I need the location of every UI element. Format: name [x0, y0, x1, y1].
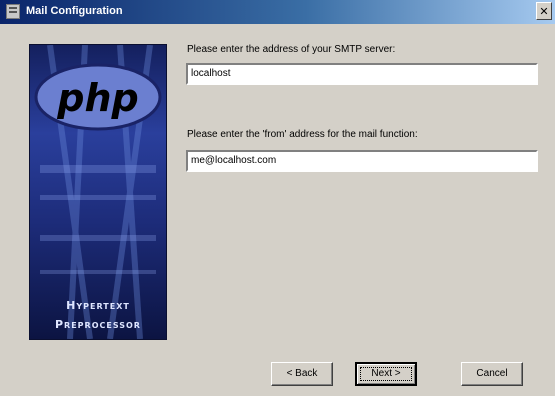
banner-hypertext-text: Hypertext	[66, 299, 130, 312]
close-button[interactable]: ✕	[536, 2, 552, 20]
back-button[interactable]: < Back	[271, 362, 333, 386]
focus-rectangle	[360, 367, 412, 381]
smtp-server-label: Please enter the address of your SMTP se…	[187, 44, 396, 55]
from-address-input[interactable]: me@localhost.com	[186, 150, 538, 172]
mail-configuration-dialog: Mail Configuration ✕ php Hypertext Prepr…	[0, 0, 555, 396]
from-address-label: Please enter the 'from' address for the …	[187, 129, 418, 140]
banner-preprocessor-text: Preprocessor	[55, 318, 141, 331]
smtp-server-input[interactable]: localhost	[186, 63, 538, 85]
php-banner: php Hypertext Preprocessor	[29, 44, 167, 340]
cancel-button[interactable]: Cancel	[461, 362, 523, 386]
title-bar[interactable]: Mail Configuration ✕	[0, 0, 555, 24]
php-logo-text: php	[56, 76, 138, 120]
php-logo-graphic: php	[34, 45, 162, 339]
app-icon	[6, 4, 20, 19]
window-title: Mail Configuration	[26, 5, 123, 17]
next-button[interactable]: Next >	[355, 362, 417, 386]
